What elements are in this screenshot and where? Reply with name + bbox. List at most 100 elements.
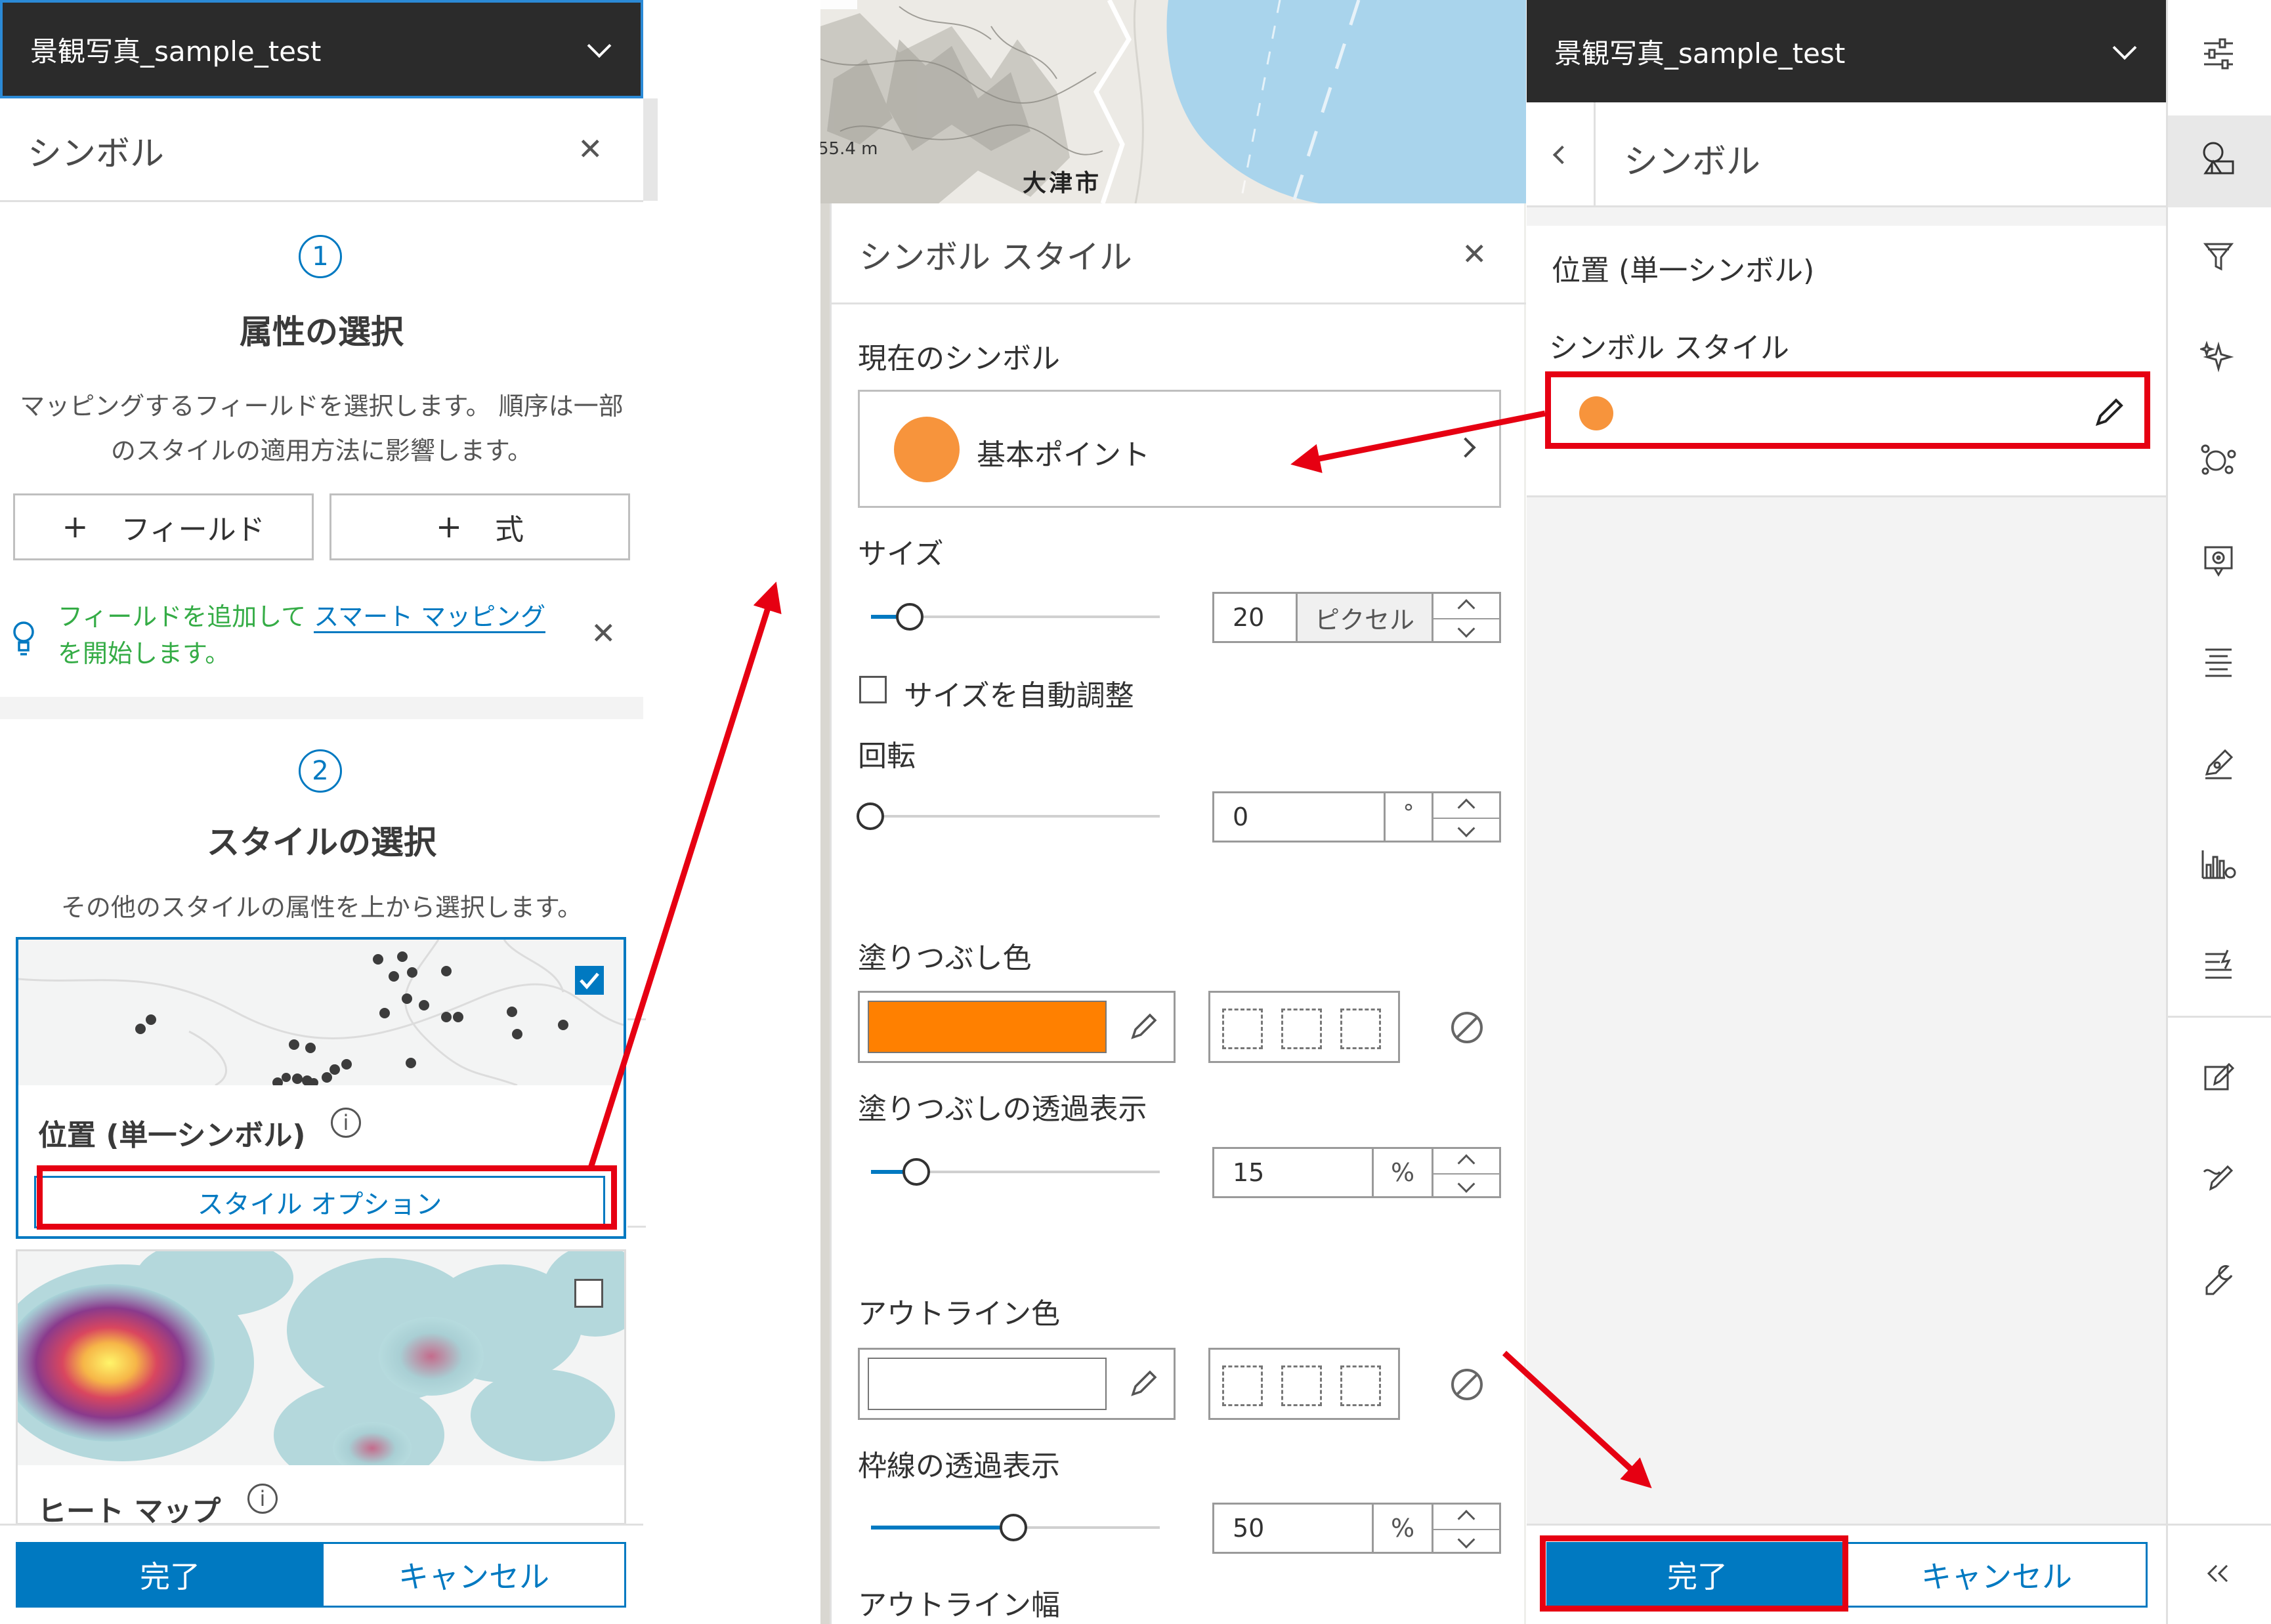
chevron-up-icon[interactable] [1457,799,1475,816]
recent-color-slot[interactable] [1222,1009,1263,1049]
outline-transparency-input[interactable]: 50 [1212,1503,1374,1554]
edit-icon[interactable] [2166,1050,2271,1102]
recent-colors [1208,1348,1400,1420]
pencil-icon[interactable] [1125,1365,1162,1405]
styles-icon[interactable] [2166,131,2271,184]
outline-width-label: アウトライン幅 [858,1589,1060,1622]
left-edge-line-1 [627,1018,646,1020]
selected-checkbox[interactable] [575,966,604,995]
popup-icon[interactable] [2166,534,2271,587]
map-edge-strip [820,203,830,1624]
fill-transparency-label: 塗りつぶしの透過表示 [858,1093,1147,1126]
no-color-icon[interactable] [1451,1012,1483,1043]
outline-color-label: アウトライン色 [858,1297,1060,1331]
step2-description: その他のスタイルの属性を上から選択します。 [60,893,583,922]
rotation-unit: ° [1384,791,1433,843]
symbol-style-header: シンボル スタイル ✕ [832,203,1526,304]
chevron-down-icon[interactable] [1457,620,1475,638]
recent-color-slot[interactable] [1340,1365,1381,1406]
rail-divider [2168,1524,2271,1526]
fill-transparency-stepper[interactable] [1432,1147,1501,1198]
section-divider [0,697,643,719]
add-expression-label: 式 [495,513,524,547]
forms-icon[interactable] [2166,738,2271,790]
single-symbol-preview [18,940,624,1085]
percent-unit: % [1372,1503,1433,1554]
layer-header-right[interactable]: 景観写真_sample_test [1527,0,2166,102]
close-tip-icon[interactable]: ✕ [591,615,616,651]
chevron-down-icon[interactable] [1457,820,1475,837]
size-unit: ピクセル [1296,592,1433,643]
rotation-slider-thumb[interactable] [857,802,884,830]
add-expression-button[interactable]: + 式 [329,493,630,560]
chevron-up-icon[interactable] [1457,599,1475,617]
outline-color-swatch [868,1358,1107,1410]
pencil-icon[interactable] [1125,1009,1162,1048]
chevron-up-icon[interactable] [1457,1510,1475,1528]
unselected-checkbox[interactable] [574,1279,603,1308]
smart-mapping-link[interactable]: スマート マッピング [314,602,546,633]
clustering-icon[interactable] [2166,433,2271,486]
configure-icon[interactable] [2166,938,2271,991]
chevron-down-icon[interactable] [1457,1531,1475,1549]
collapse-icon[interactable] [2166,1547,2271,1600]
fill-color-picker[interactable] [858,991,1176,1063]
fill-transparency-thumb[interactable] [902,1158,930,1186]
sketch-icon[interactable] [2166,1151,2271,1203]
lightbulb-icon [12,620,35,659]
chevron-down-icon[interactable] [1457,1175,1475,1193]
cancel-label: キャンセル [398,1559,549,1594]
rotation-stepper[interactable] [1432,791,1501,843]
filter-icon[interactable] [2166,230,2271,282]
done-button[interactable]: 完了 [16,1542,324,1608]
tools-icon[interactable] [2166,1253,2271,1306]
recent-color-slot[interactable] [1281,1365,1322,1406]
recent-color-slot[interactable] [1281,1009,1322,1049]
layer-name: 景観写真_sample_test [1554,37,1846,70]
step1-number: 1 [299,235,342,278]
chevron-down-icon[interactable] [2112,35,2137,60]
symbol-style-title: シンボル スタイル [859,238,1132,276]
properties-icon[interactable] [2166,28,2271,80]
current-symbol-button[interactable]: 基本ポイント [858,390,1501,508]
close-icon[interactable]: ✕ [1462,236,1487,272]
cancel-button[interactable]: キャンセル [322,1542,626,1608]
info-icon[interactable]: i [331,1108,361,1138]
check-icon [580,972,599,989]
size-slider-thumb[interactable] [896,603,923,631]
fill-transparency-input[interactable]: 15 [1212,1147,1374,1198]
heat-map-preview [18,1251,624,1465]
labels-icon[interactable] [2166,635,2271,688]
cancel-label: キャンセル [1921,1559,2072,1594]
chevron-up-icon[interactable] [1457,1154,1475,1172]
current-symbol-name: 基本ポイント [977,438,1150,472]
size-input[interactable]: 20 [1212,592,1298,643]
right-title-bar: シンボル [1527,102,2166,207]
outline-transparency-thumb[interactable] [1000,1514,1027,1541]
no-color-icon[interactable] [1451,1369,1483,1400]
close-icon[interactable]: ✕ [578,131,603,167]
style-name: 位置 (単一シンボル) [1552,254,1815,287]
effects-icon[interactable] [2166,331,2271,383]
info-icon[interactable]: i [247,1484,278,1514]
style-card-heat-map[interactable]: ヒート マップ i [16,1249,626,1525]
panel-title: シンボル [28,135,165,174]
charts-icon[interactable] [2166,837,2271,890]
back-chevron-icon[interactable] [1552,145,1572,165]
outline-transparency-stepper[interactable] [1432,1503,1501,1554]
outline-color-picker[interactable] [858,1348,1176,1420]
smart-mapping-tip: フィールドを追加して スマート マッピング を開始します。 [58,598,546,672]
size-stepper[interactable] [1432,592,1501,643]
recent-color-slot[interactable] [1222,1365,1263,1406]
rotation-slider-track[interactable] [871,815,1160,818]
layer-header-left[interactable]: 景観写真_sample_test [0,0,643,98]
rotation-input[interactable]: 0 [1212,791,1386,843]
chevron-down-icon[interactable] [587,33,612,58]
add-field-button[interactable]: + フィールド [13,493,314,560]
auto-size-checkbox[interactable] [859,676,887,703]
cancel-button[interactable]: キャンセル [1846,1542,2148,1608]
panel-title-bar: シンボル ✕ [0,98,643,202]
recent-color-slot[interactable] [1340,1009,1381,1049]
step1-description-1: マッピングするフィールドを選択します。 順序は一部 [20,392,624,421]
highlight-style-options [37,1165,617,1230]
